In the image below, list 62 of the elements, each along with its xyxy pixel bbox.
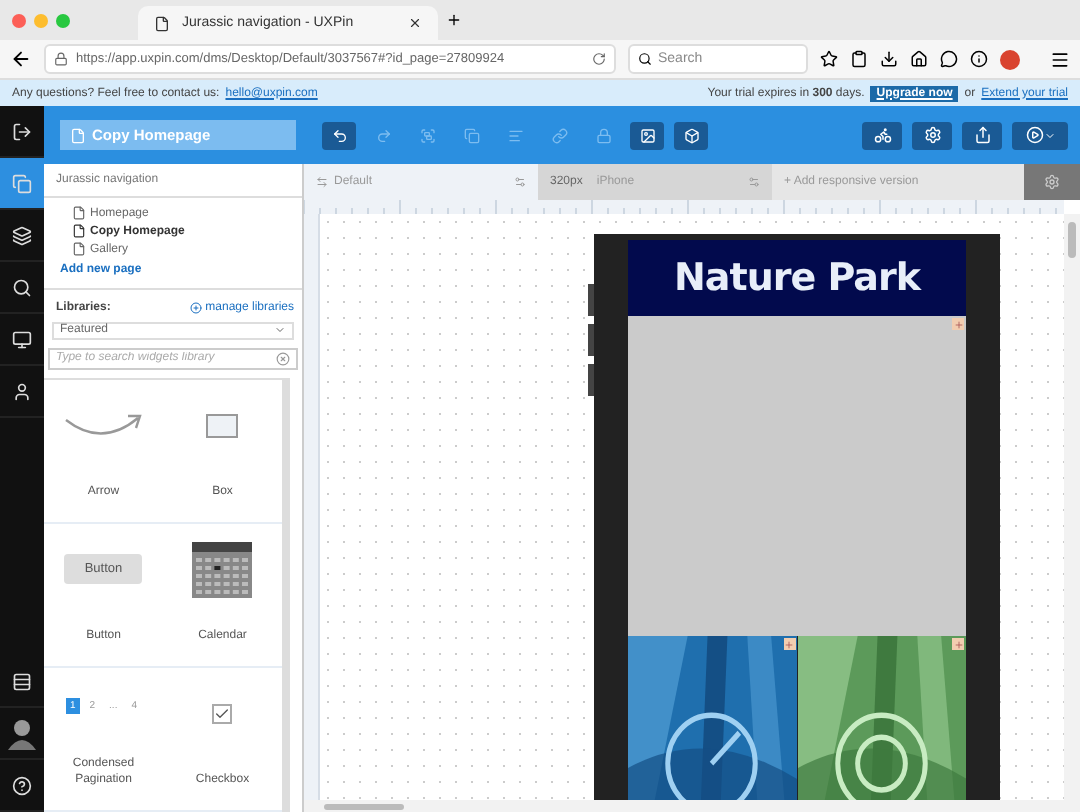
exit-icon[interactable] (12, 121, 32, 141)
stack-icon[interactable] (12, 671, 32, 691)
image-button[interactable] (630, 121, 664, 149)
search-icon[interactable] (12, 277, 32, 297)
new-tab-icon[interactable] (446, 12, 462, 28)
caret-icon (1043, 129, 1055, 141)
lock-icon (54, 52, 68, 66)
redo-icon (375, 127, 391, 143)
bike-icon (873, 126, 891, 144)
lock-icon (595, 127, 611, 143)
undo-icon (331, 127, 347, 143)
play-icon (1025, 126, 1043, 144)
play-button[interactable] (1012, 121, 1068, 149)
user-icon[interactable] (12, 381, 32, 401)
page-icon (72, 242, 86, 256)
settings-icon[interactable] (1044, 174, 1060, 190)
menu-icon[interactable] (1050, 49, 1070, 69)
align-icon (507, 127, 523, 143)
export-icon (973, 126, 991, 144)
settings-button[interactable] (912, 121, 952, 149)
scrollbar[interactable] (304, 800, 1080, 812)
reload-icon[interactable] (592, 52, 606, 66)
clipboard-icon[interactable] (850, 50, 868, 68)
home-icon[interactable] (910, 50, 928, 68)
monitor-icon[interactable] (12, 329, 32, 349)
box-icon (206, 413, 239, 438)
page-icon (72, 206, 86, 220)
sliders-icon[interactable] (748, 176, 760, 188)
pages-icon[interactable] (12, 173, 32, 193)
link-icon (551, 127, 567, 143)
curved-arrow-icon (61, 411, 146, 440)
sliders-icon[interactable] (514, 176, 526, 188)
avatar-icon[interactable] (8, 717, 36, 749)
download-icon[interactable] (880, 50, 898, 68)
chat-icon[interactable] (940, 50, 958, 68)
scrollbar[interactable] (1064, 214, 1080, 800)
calendar-icon (192, 541, 253, 598)
image-icon (639, 127, 655, 143)
extension-icon[interactable] (1000, 49, 1020, 69)
star-icon[interactable] (820, 50, 838, 68)
caret-icon (274, 324, 286, 337)
page-icon (70, 127, 86, 143)
plus-icon (189, 302, 202, 314)
back-icon[interactable] (10, 48, 32, 70)
help-icon[interactable] (12, 775, 32, 795)
resize-icon (316, 176, 328, 188)
cube-icon (683, 127, 699, 143)
clear-icon[interactable] (276, 351, 290, 366)
group-icon (419, 127, 435, 143)
header-title: Nature Park (674, 256, 920, 300)
layers-icon[interactable] (12, 225, 32, 245)
info-icon[interactable] (970, 50, 988, 68)
undo-button[interactable] (322, 121, 356, 149)
export-button[interactable] (962, 121, 1002, 149)
close-icon[interactable] (408, 16, 422, 30)
bike-button[interactable] (862, 121, 902, 149)
cube-button[interactable] (674, 121, 708, 149)
settings-icon (923, 126, 941, 144)
page-icon (154, 15, 170, 31)
search-icon (638, 52, 652, 66)
page-icon (72, 224, 86, 238)
duplicate-icon (463, 127, 479, 143)
